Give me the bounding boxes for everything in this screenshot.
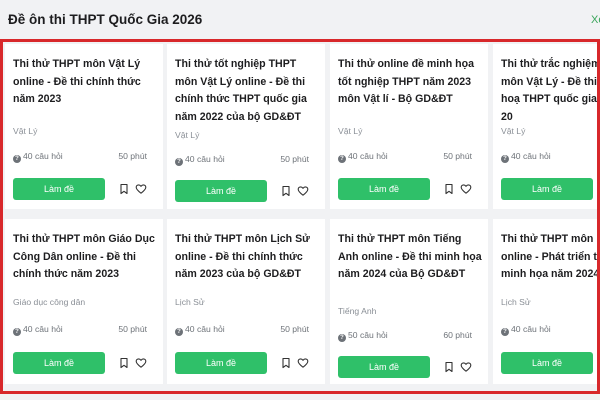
exam-card-title[interactable]: Thi thử THPT môn Giáo Dục Công Dân onlin…: [13, 231, 157, 284]
heart-icon[interactable]: [135, 183, 147, 195]
bookmark-icon[interactable]: [118, 183, 130, 195]
page-title: Đề ôn thi THPT Quốc Gia 2026: [8, 12, 203, 27]
exam-card[interactable]: Thi thử online đề minh họa tốt nghiệp TH…: [330, 44, 488, 209]
exam-card-subject: Tiếng Anh: [338, 306, 377, 316]
question-count: 40 câu hỏi: [511, 324, 551, 334]
question-circle-icon: ?: [13, 328, 21, 336]
exam-card-meta: ? 40 câu hỏi 50 phút: [338, 151, 472, 163]
view-all-link[interactable]: Xe: [591, 14, 600, 26]
take-exam-button[interactable]: Làm đề: [13, 178, 105, 200]
question-count: 40 câu hỏi: [185, 154, 225, 164]
bookmark-icon[interactable]: [118, 357, 130, 369]
exam-card-subject: Vật Lý: [501, 126, 526, 136]
bookmark-icon[interactable]: [280, 185, 292, 197]
question-count: 40 câu hỏi: [23, 324, 63, 334]
exam-card-grid: Thi thử THPT môn Vật Lý online - Đề thi …: [3, 42, 600, 391]
exam-card-actions: Làm đề: [338, 178, 488, 200]
take-exam-button[interactable]: Làm đề: [338, 178, 430, 200]
take-exam-button[interactable]: Làm đề: [501, 352, 593, 374]
exam-card-subject: Lịch Sử: [175, 297, 205, 307]
take-exam-button[interactable]: Làm đề: [13, 352, 105, 374]
question-circle-icon: ?: [13, 155, 21, 163]
exam-card[interactable]: Thi thử THPT môn Lị online - Phát triển …: [493, 219, 600, 384]
exam-card-title[interactable]: Thi thử tốt nghiệp THPT môn Vật Lý onlin…: [175, 56, 319, 126]
question-count: 40 câu hỏi: [348, 151, 388, 161]
question-count: 40 câu hỏi: [23, 151, 63, 161]
exam-card-meta: ? 40 câu hỏi 50 phút: [13, 151, 147, 163]
bookmark-icon[interactable]: [443, 183, 455, 195]
exam-duration: 50 phút: [118, 151, 147, 161]
page-header: Đề ôn thi THPT Quốc Gia 2026 Xe: [0, 0, 600, 40]
exam-card-title[interactable]: Thi thử trắc nghiệm o môn Vật Lý - Đề th…: [501, 56, 600, 126]
exam-card-actions: Làm đề: [501, 178, 597, 200]
exam-card-meta: ? 40 câu hỏi: [501, 324, 597, 336]
exam-card-title[interactable]: Thi thử THPT môn Tiếng Anh online - Đề t…: [338, 231, 482, 284]
exam-card-title[interactable]: Thi thử online đề minh họa tốt nghiệp TH…: [338, 56, 482, 109]
question-circle-icon: ?: [501, 155, 509, 163]
exam-card-subject: Vật Lý: [175, 130, 200, 140]
exam-card-meta: ? 40 câu hỏi: [501, 151, 597, 163]
exam-card-title-text: Thi thử trắc nghiệm o môn Vật Lý - Đề th…: [501, 58, 600, 123]
exam-duration: 60 phút: [443, 330, 472, 340]
question-circle-icon: ?: [338, 334, 346, 342]
exam-card-meta: ? 50 câu hỏi 60 phút: [338, 330, 472, 342]
exam-card-title[interactable]: Thi thử THPT môn Vật Lý online - Đề thi …: [13, 56, 157, 109]
take-exam-button[interactable]: Làm đề: [175, 352, 267, 374]
question-circle-icon: ?: [338, 155, 346, 163]
exam-card[interactable]: Thi thử THPT môn Vật Lý online - Đề thi …: [5, 44, 163, 209]
heart-icon[interactable]: [297, 185, 309, 197]
exam-card-subject: Giáo dục công dân: [13, 297, 86, 307]
exam-card-subject: Vật Lý: [338, 126, 363, 136]
question-count: 50 câu hỏi: [348, 330, 388, 340]
question-circle-icon: ?: [501, 328, 509, 336]
take-exam-button[interactable]: Làm đề: [338, 356, 430, 378]
question-count: 40 câu hỏi: [185, 324, 225, 334]
exam-card-meta: ? 40 câu hỏi 50 phút: [13, 324, 147, 336]
take-exam-button[interactable]: Làm đề: [501, 178, 593, 200]
exam-card[interactable]: Thi thử THPT môn Giáo Dục Công Dân onlin…: [5, 219, 163, 384]
exam-card[interactable]: Thi thử THPT môn Lịch Sử online - Đề thi…: [167, 219, 325, 384]
exam-duration: 50 phút: [118, 324, 147, 334]
exam-card[interactable]: Thi thử trắc nghiệm o môn Vật Lý - Đề th…: [493, 44, 600, 209]
exam-card-subject: Vật Lý: [13, 126, 38, 136]
heart-icon[interactable]: [297, 357, 309, 369]
question-circle-icon: ?: [175, 328, 183, 336]
exam-card-actions: Làm đề: [175, 352, 325, 374]
exam-card[interactable]: Thi thử THPT môn Tiếng Anh online - Đề t…: [330, 219, 488, 384]
heart-icon[interactable]: [460, 361, 472, 373]
exam-list-frame: Thi thử THPT môn Vật Lý online - Đề thi …: [0, 39, 600, 394]
exam-duration: 50 phút: [280, 324, 309, 334]
exam-card-title[interactable]: Thi thử THPT môn Lị online - Phát triển …: [501, 231, 600, 284]
question-circle-icon: ?: [175, 158, 183, 166]
exam-duration: 50 phút: [443, 151, 472, 161]
exam-card-actions: Làm đề: [501, 352, 597, 374]
heart-icon[interactable]: [135, 357, 147, 369]
exam-card-actions: Làm đề: [175, 180, 325, 202]
question-count: 40 câu hỏi: [511, 151, 551, 161]
heart-icon[interactable]: [460, 183, 472, 195]
exam-card-actions: Làm đề: [13, 178, 163, 200]
exam-card[interactable]: Thi thử tốt nghiệp THPT môn Vật Lý onlin…: [167, 44, 325, 209]
take-exam-button[interactable]: Làm đề: [175, 180, 267, 202]
exam-card-meta: ? 40 câu hỏi 50 phút: [175, 324, 309, 336]
exam-card-subject: Lịch Sử: [501, 297, 531, 307]
exam-card-meta: ? 40 câu hỏi 50 phút: [175, 154, 309, 166]
exam-card-actions: Làm đề: [338, 356, 488, 378]
bookmark-icon[interactable]: [443, 361, 455, 373]
bookmark-icon[interactable]: [280, 357, 292, 369]
exam-card-title-text: Thi thử THPT môn Lị online - Phát triển …: [501, 233, 600, 280]
exam-duration: 50 phút: [280, 154, 309, 164]
exam-card-title[interactable]: Thi thử THPT môn Lịch Sử online - Đề thi…: [175, 231, 319, 284]
exam-card-actions: Làm đề: [13, 352, 163, 374]
